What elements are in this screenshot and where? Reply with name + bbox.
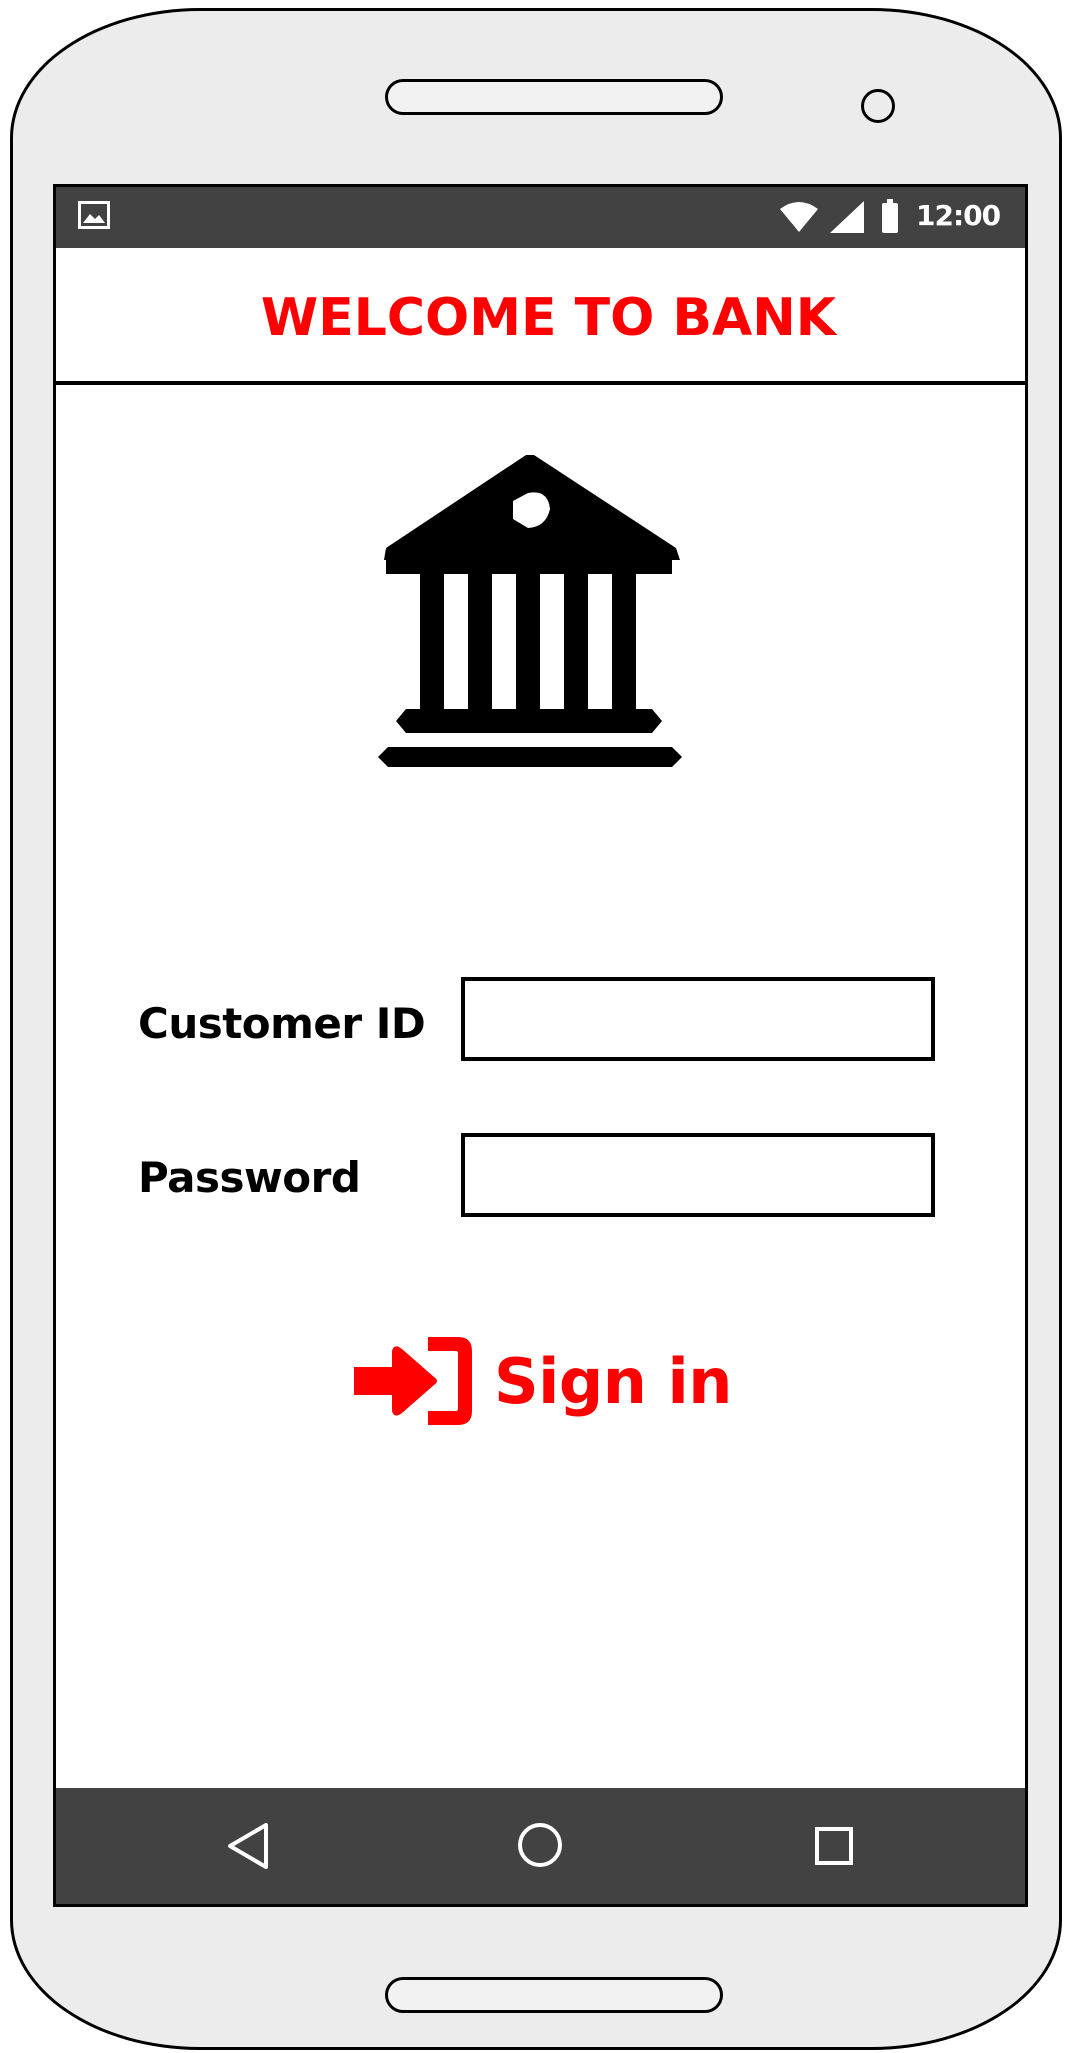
home-icon[interactable] — [517, 1822, 563, 1868]
sign-in-button[interactable]: Sign in — [354, 1335, 732, 1427]
sign-in-arrow-icon — [354, 1337, 472, 1425]
customer-id-label: Customer ID — [138, 999, 426, 1048]
app-header: WELCOME TO BANK — [56, 248, 1025, 385]
customer-id-input[interactable] — [461, 977, 935, 1061]
page-title: WELCOME TO BANK — [260, 288, 837, 348]
gallery-icon — [78, 201, 110, 229]
front-camera — [861, 89, 895, 123]
battery-icon — [882, 199, 898, 233]
sign-in-label: Sign in — [494, 1344, 732, 1418]
recent-apps-icon[interactable] — [814, 1826, 854, 1866]
screen: 12:00 WELCOME TO BANK Customer ID Passwo… — [53, 184, 1028, 1907]
signal-icon — [830, 201, 864, 233]
wifi-icon — [780, 202, 818, 232]
status-bar: 12:00 — [56, 187, 1025, 248]
earpiece-speaker — [385, 79, 723, 115]
password-label: Password — [138, 1153, 361, 1202]
bottom-speaker — [385, 1977, 723, 2013]
status-time: 12:00 — [916, 199, 1001, 232]
navigation-bar — [56, 1788, 1025, 1904]
bank-building-icon — [378, 455, 682, 767]
back-icon[interactable] — [226, 1822, 270, 1870]
password-input[interactable] — [461, 1133, 935, 1217]
